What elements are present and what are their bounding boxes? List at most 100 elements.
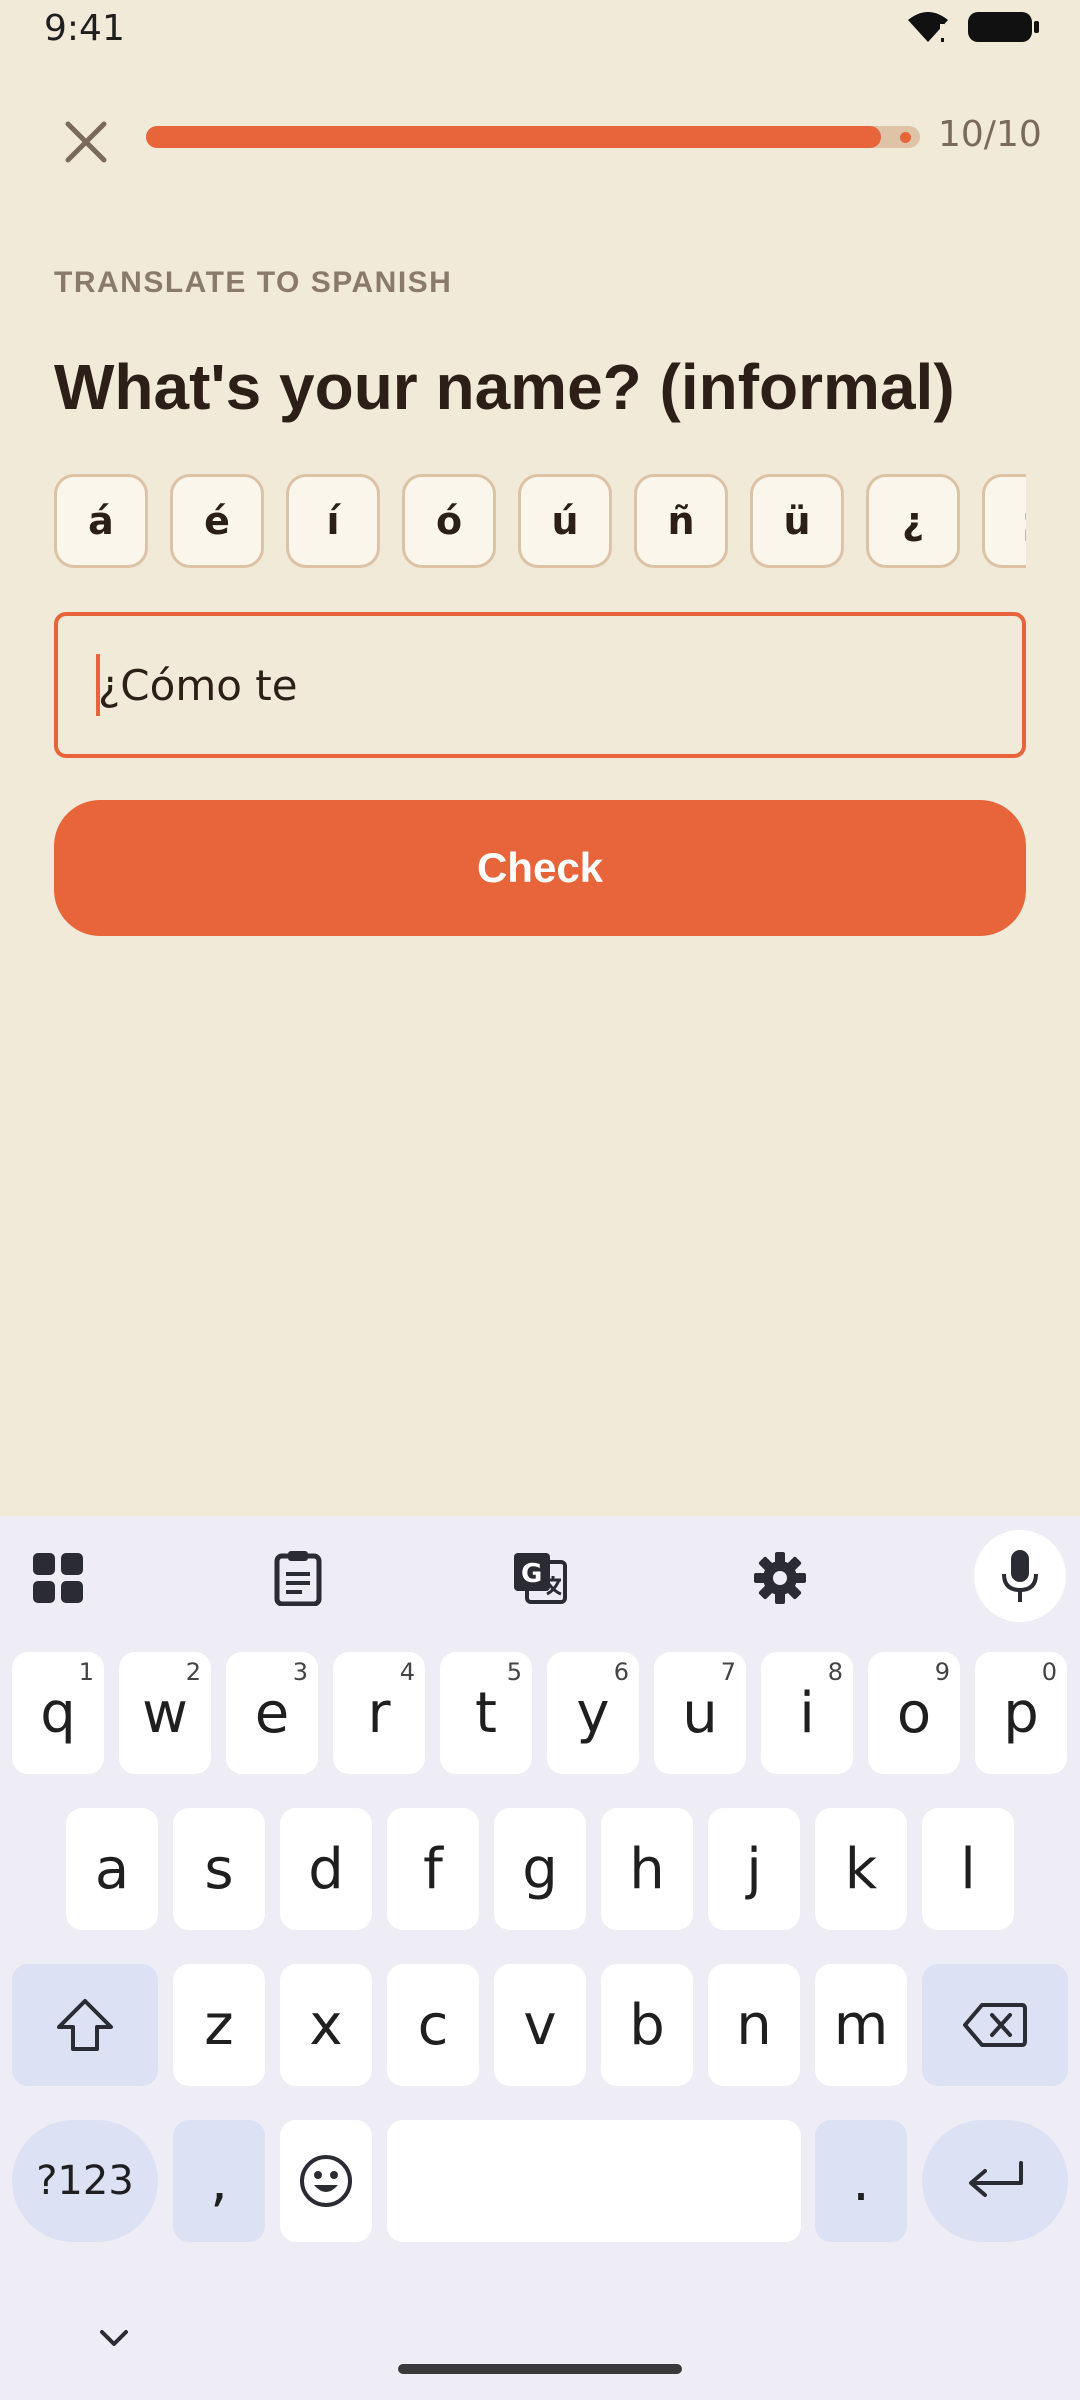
progress-dot bbox=[900, 132, 911, 143]
instruction-label: TRANSLATE TO SPANISH bbox=[54, 266, 453, 299]
apps-grid-icon bbox=[33, 1553, 83, 1603]
keyboard-row-1: q1 w2 e3 r4 t5 y6 u7 i8 o9 p0 bbox=[0, 1652, 1080, 1776]
accent-key-u-diaeresis[interactable]: ü bbox=[750, 474, 844, 568]
key-l[interactable]: l bbox=[922, 1808, 1014, 1930]
keyboard-row-4: ?123 , . bbox=[0, 2120, 1080, 2244]
key-p[interactable]: p0 bbox=[975, 1652, 1067, 1774]
progress-count: 10/10 bbox=[938, 114, 1042, 155]
close-button[interactable] bbox=[54, 110, 118, 174]
key-hint: 0 bbox=[1041, 1658, 1057, 1686]
check-button[interactable]: Check bbox=[54, 800, 1026, 936]
key-n[interactable]: n bbox=[708, 1964, 800, 2086]
key-s[interactable]: s bbox=[173, 1808, 265, 1930]
backspace-icon bbox=[963, 2003, 1027, 2047]
backspace-key[interactable] bbox=[922, 1964, 1068, 2086]
key-hint: 3 bbox=[292, 1658, 308, 1686]
chevron-down-icon[interactable] bbox=[94, 2318, 134, 2358]
status-time: 9:41 bbox=[44, 8, 125, 49]
keyboard: G q 1 w 2 e 3 r 4 t 5 y 6 u 7 i 8 o 9 p … bbox=[0, 1516, 1080, 2400]
accent-key-a-acute[interactable]: á bbox=[54, 474, 148, 568]
progress-fill bbox=[146, 126, 882, 148]
key-x[interactable]: x bbox=[280, 1964, 372, 2086]
emoji-icon bbox=[300, 2155, 352, 2207]
key-q[interactable]: q1 bbox=[12, 1652, 104, 1774]
key-hint: 6 bbox=[613, 1658, 629, 1686]
key-h[interactable]: h bbox=[601, 1808, 693, 1930]
home-indicator[interactable] bbox=[398, 2364, 682, 2374]
key-label: w bbox=[142, 1680, 188, 1746]
key-label: i bbox=[799, 1680, 815, 1746]
comma-key[interactable]: , bbox=[173, 2120, 265, 2242]
key-w[interactable]: w2 bbox=[119, 1652, 211, 1774]
key-u[interactable]: u7 bbox=[654, 1652, 746, 1774]
key-m[interactable]: m bbox=[815, 1964, 907, 2086]
key-hint: 8 bbox=[827, 1658, 843, 1686]
key-r[interactable]: r4 bbox=[333, 1652, 425, 1774]
gear-icon bbox=[754, 1552, 806, 1604]
close-icon bbox=[65, 121, 107, 163]
key-hint: 2 bbox=[185, 1658, 201, 1686]
key-k[interactable]: k bbox=[815, 1808, 907, 1930]
key-label: u bbox=[682, 1680, 718, 1746]
key-d[interactable]: d bbox=[280, 1808, 372, 1930]
accent-key-e-acute[interactable]: é bbox=[170, 474, 264, 568]
key-label: q bbox=[40, 1680, 76, 1746]
battery-icon bbox=[968, 12, 1039, 42]
svg-text:G: G bbox=[521, 1559, 542, 1589]
key-a[interactable]: a bbox=[66, 1808, 158, 1930]
keyboard-toolbar: G bbox=[0, 1516, 1080, 1636]
prompt-sentence: What's your name? (informal) bbox=[54, 351, 955, 423]
status-icons bbox=[906, 10, 1040, 44]
key-i[interactable]: i8 bbox=[761, 1652, 853, 1774]
enter-icon bbox=[969, 2161, 1023, 2197]
translate-button[interactable]: G bbox=[494, 1532, 586, 1624]
key-e[interactable]: e3 bbox=[226, 1652, 318, 1774]
key-hint: 5 bbox=[506, 1658, 522, 1686]
status-bar: 9:41 bbox=[0, 0, 1080, 60]
keyboard-row-2: a s d f g h j k l bbox=[0, 1808, 1080, 1932]
accent-keys-strip[interactable]: á é í ó ú ñ ü ¿ ¡ bbox=[54, 474, 1026, 570]
key-t[interactable]: t5 bbox=[440, 1652, 532, 1774]
accent-key-inverted-question[interactable]: ¿ bbox=[866, 474, 960, 568]
progress-bar bbox=[146, 126, 920, 148]
answer-text: ¿Cómo te bbox=[98, 660, 298, 710]
translate-icon: G bbox=[514, 1553, 567, 1604]
voice-input-button[interactable] bbox=[974, 1530, 1066, 1622]
key-label: e bbox=[254, 1680, 290, 1746]
key-hint: 4 bbox=[399, 1658, 415, 1686]
accent-key-inverted-exclamation[interactable]: ¡ bbox=[982, 474, 1026, 568]
key-label: r bbox=[367, 1680, 391, 1746]
space-key[interactable] bbox=[387, 2120, 801, 2242]
clipboard-button[interactable] bbox=[252, 1532, 344, 1624]
accent-key-o-acute[interactable]: ó bbox=[402, 474, 496, 568]
shift-key[interactable] bbox=[12, 1964, 158, 2086]
answer-input[interactable]: ¿Cómo te bbox=[54, 612, 1026, 758]
key-v[interactable]: v bbox=[494, 1964, 586, 2086]
accent-key-n-tilde[interactable]: ñ bbox=[634, 474, 728, 568]
key-label: p bbox=[1003, 1680, 1039, 1746]
clipboard-icon bbox=[274, 1551, 322, 1606]
shift-icon bbox=[57, 1999, 113, 2051]
settings-button[interactable] bbox=[734, 1532, 826, 1624]
key-hint: 9 bbox=[934, 1658, 950, 1686]
key-o[interactable]: o9 bbox=[868, 1652, 960, 1774]
key-z[interactable]: z bbox=[173, 1964, 265, 2086]
accent-key-i-acute[interactable]: í bbox=[286, 474, 380, 568]
key-j[interactable]: j bbox=[708, 1808, 800, 1930]
key-b[interactable]: b bbox=[601, 1964, 693, 2086]
key-c[interactable]: c bbox=[387, 1964, 479, 2086]
key-f[interactable]: f bbox=[387, 1808, 479, 1930]
enter-key[interactable] bbox=[922, 2120, 1068, 2242]
emoji-key[interactable] bbox=[280, 2120, 372, 2242]
key-label: t bbox=[475, 1680, 497, 1746]
mic-icon bbox=[1002, 1550, 1038, 1602]
accent-key-u-acute[interactable]: ú bbox=[518, 474, 612, 568]
key-hint: 7 bbox=[720, 1658, 736, 1686]
apps-button[interactable] bbox=[12, 1532, 104, 1624]
period-key[interactable]: . bbox=[815, 2120, 907, 2242]
keyboard-row-3: z x c v b n m bbox=[0, 1964, 1080, 2088]
key-y[interactable]: y6 bbox=[547, 1652, 639, 1774]
key-hint: 1 bbox=[78, 1658, 94, 1686]
symbols-key[interactable]: ?123 bbox=[12, 2120, 158, 2242]
key-g[interactable]: g bbox=[494, 1808, 586, 1930]
